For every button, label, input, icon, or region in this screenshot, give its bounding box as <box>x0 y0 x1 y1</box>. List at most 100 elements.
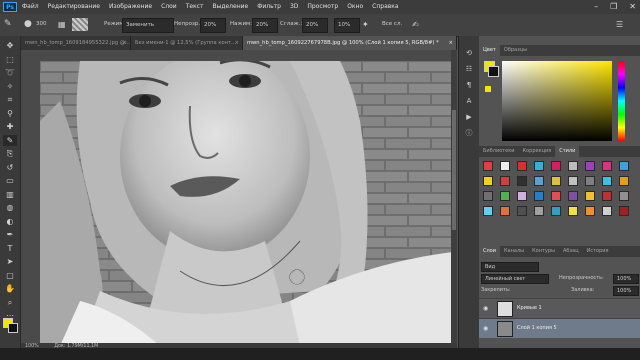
menu-item[interactable]: Текст <box>186 0 204 14</box>
brush-size[interactable]: 300 <box>36 18 47 31</box>
eye-icon[interactable]: ◉ <box>483 305 488 312</box>
style-swatch[interactable] <box>534 191 544 201</box>
eraser-icon[interactable]: ▭ <box>3 175 17 186</box>
tab-color[interactable]: Цвет <box>479 45 500 56</box>
style-swatch[interactable] <box>602 161 612 171</box>
menu-item[interactable]: Справка <box>372 0 398 14</box>
healing-brush-icon[interactable]: ✚ <box>3 121 17 132</box>
fill-input[interactable]: 100% <box>613 286 639 296</box>
airbrush-icon[interactable]: ✦ <box>362 18 369 31</box>
style-swatch[interactable] <box>619 161 629 171</box>
layer-opacity-input[interactable]: 100% <box>613 274 639 284</box>
background-color[interactable] <box>8 323 18 333</box>
actions-icon[interactable]: ▶ <box>463 112 475 122</box>
style-swatch[interactable] <box>619 191 629 201</box>
document-image[interactable] <box>40 61 457 343</box>
eyedropper-icon[interactable]: ⚲ <box>3 108 17 119</box>
menu-item[interactable]: Просмотр <box>307 0 338 14</box>
properties-icon[interactable]: ☷ <box>463 64 475 74</box>
style-swatch[interactable] <box>517 206 527 216</box>
style-swatch[interactable] <box>517 161 527 171</box>
flow-input[interactable]: 20% <box>252 18 278 33</box>
style-swatch[interactable] <box>551 176 561 186</box>
brush-preset-icon[interactable]: ● <box>24 18 32 31</box>
mode-select[interactable]: Заменить <box>122 18 174 33</box>
pattern-swatch[interactable] <box>72 18 88 31</box>
layer-row[interactable]: ◉ Кривые 1 <box>479 298 640 318</box>
tab-history[interactable]: История <box>583 246 613 257</box>
menu-item[interactable]: Слои <box>161 0 177 14</box>
brush-tool-icon[interactable]: ✎ <box>4 18 12 31</box>
all-layers-checkbox[interactable]: Все сл. <box>382 18 402 31</box>
history-brush-icon[interactable]: ↺ <box>3 162 17 173</box>
close-tab-icon[interactable]: × <box>123 36 127 50</box>
character-icon[interactable]: A <box>463 96 475 106</box>
lasso-tool-icon[interactable]: ➰ <box>3 67 17 78</box>
angle-input[interactable]: 10% <box>334 18 360 33</box>
tab-swatches[interactable]: Образцы <box>500 45 531 56</box>
minimize-button[interactable]: – <box>594 0 598 14</box>
canvas-area[interactable] <box>21 50 457 343</box>
move-tool-icon[interactable]: ✥ <box>3 40 17 51</box>
menu-item[interactable]: Выделение <box>212 0 248 14</box>
scrollbar-thumb[interactable] <box>452 110 456 230</box>
hand-tool-icon[interactable]: ✋ <box>3 283 17 294</box>
document-tab[interactable]: mwn_hb_tomp_160922767978B.jpg @ 100% (Сл… <box>243 36 457 50</box>
close-tab-icon[interactable]: × <box>449 36 453 50</box>
smooth-input[interactable]: 20% <box>302 18 328 33</box>
dodge-tool-icon[interactable]: ◐ <box>3 216 17 227</box>
style-swatch[interactable] <box>585 191 595 201</box>
close-tab-icon[interactable]: × <box>235 36 239 50</box>
style-swatch[interactable] <box>585 161 595 171</box>
workspace-icon[interactable]: ☰ <box>616 18 623 31</box>
document-tab[interactable]: Без имени-1 @ 12,5% (Группа конт... × <box>131 36 243 50</box>
style-swatch[interactable] <box>534 206 544 216</box>
menu-item[interactable]: Файл <box>22 0 39 14</box>
style-swatch[interactable] <box>500 206 510 216</box>
style-swatch[interactable] <box>568 176 578 186</box>
color-field[interactable] <box>502 61 612 141</box>
info-icon[interactable]: ⓘ <box>463 128 475 138</box>
style-swatch[interactable] <box>500 191 510 201</box>
style-swatch[interactable] <box>602 191 612 201</box>
web-safe-warning-icon[interactable] <box>485 86 491 92</box>
gradient-icon[interactable]: ▥ <box>3 189 17 200</box>
menu-item[interactable]: 3D <box>290 0 298 14</box>
bg-color-chip[interactable] <box>488 66 499 77</box>
document-tab[interactable]: mwn_hb_tomp_1609184955322.jpg @... × <box>21 36 131 50</box>
tab-libraries[interactable]: Библиотеки <box>479 146 519 157</box>
tab-adjustments[interactable]: Коррекция <box>519 146 556 157</box>
history-icon[interactable]: ⟲ <box>463 48 475 58</box>
clone-stamp-icon[interactable]: ⎘ <box>3 148 17 159</box>
pressure-icon[interactable]: ✍ <box>412 18 419 31</box>
layer-row-selected[interactable]: ◉ Слой 1 копия 5 <box>479 318 640 338</box>
restore-button[interactable]: ❐ <box>610 0 617 14</box>
crop-tool-icon[interactable]: ⌗ <box>3 94 17 105</box>
close-button[interactable]: ✕ <box>629 0 636 14</box>
style-swatch[interactable] <box>585 176 595 186</box>
style-swatch[interactable] <box>500 176 510 186</box>
style-swatch[interactable] <box>602 176 612 186</box>
eye-icon[interactable]: ◉ <box>483 325 488 332</box>
zoom-tool-icon[interactable]: ⌕ <box>3 297 17 308</box>
style-swatch[interactable] <box>500 161 510 171</box>
layer-filter-select[interactable]: Вид <box>481 262 539 272</box>
marquee-tool-icon[interactable]: ⬚ <box>3 54 17 65</box>
shape-tool-icon[interactable]: ▢ <box>3 270 17 281</box>
style-swatch[interactable] <box>551 206 561 216</box>
style-swatch[interactable] <box>551 191 561 201</box>
style-swatch[interactable] <box>483 206 493 216</box>
style-swatch[interactable] <box>619 206 629 216</box>
brush-tool-icon[interactable]: ✎ <box>3 134 17 146</box>
style-swatch[interactable] <box>517 176 527 186</box>
path-select-icon[interactable]: ➤ <box>3 256 17 267</box>
style-swatch[interactable] <box>517 191 527 201</box>
menu-item[interactable]: Редактирование <box>48 0 100 14</box>
quick-select-icon[interactable]: ✧ <box>3 81 17 92</box>
tab-paragraph[interactable]: Абзац <box>559 246 583 257</box>
style-swatch[interactable] <box>568 161 578 171</box>
style-swatch[interactable] <box>551 161 561 171</box>
style-swatch[interactable] <box>602 206 612 216</box>
style-swatch[interactable] <box>534 176 544 186</box>
vertical-scrollbar[interactable] <box>451 50 457 343</box>
